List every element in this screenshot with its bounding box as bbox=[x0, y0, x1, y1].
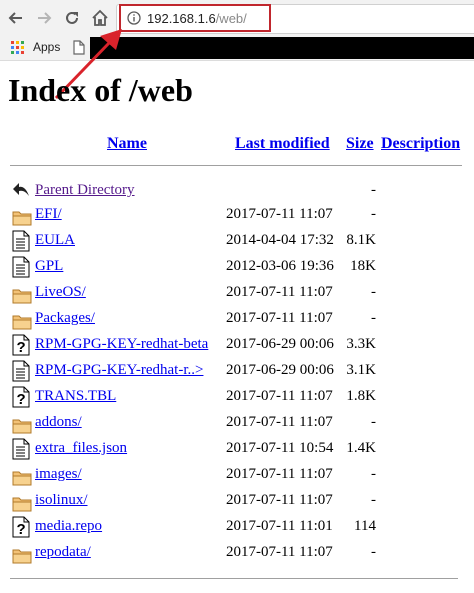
folder-icon bbox=[12, 312, 32, 334]
file-row: ? RPM-GPG-KEY-redhat-beta 2017-06-29 00:06… bbox=[0, 334, 474, 358]
unknown-file-icon: ? bbox=[12, 516, 32, 538]
file-modified: 2017-07-11 11:07 bbox=[226, 466, 333, 482]
file-link[interactable]: TRANS.TBL bbox=[35, 388, 116, 405]
file-row: images/2017-07-11 11:07 - bbox=[0, 464, 474, 488]
folder-icon bbox=[12, 286, 32, 308]
file-modified: 2017-07-11 11:07 bbox=[226, 544, 333, 560]
folder-icon bbox=[12, 468, 32, 490]
file-modified: 2017-07-11 11:07 bbox=[226, 284, 333, 300]
file-row: EFI/2017-07-11 11:07 - bbox=[0, 204, 474, 228]
header-divider bbox=[10, 165, 462, 166]
file-size: 1.8K bbox=[346, 388, 376, 404]
annotation-arrow-icon bbox=[54, 29, 122, 100]
file-link[interactable]: repodata/ bbox=[35, 544, 91, 561]
file-modified: 2017-07-11 10:54 bbox=[226, 440, 334, 456]
text-file-icon bbox=[12, 256, 32, 278]
file-row: Packages/2017-07-11 11:07 - bbox=[0, 308, 474, 332]
file-link[interactable]: addons/ bbox=[35, 414, 82, 431]
file-link[interactable]: EULA bbox=[35, 232, 75, 249]
file-size: 18K bbox=[350, 258, 376, 274]
file-size: 8.1K bbox=[346, 232, 376, 248]
text-file-icon bbox=[12, 360, 32, 382]
file-size: 3.3K bbox=[346, 336, 376, 352]
text-file-icon bbox=[12, 230, 32, 252]
file-row: RPM-GPG-KEY-redhat-r..> 2017-06-29 00:06 3… bbox=[0, 360, 474, 384]
unknown-file-icon: ? bbox=[12, 386, 32, 408]
file-size: 1.4K bbox=[346, 440, 376, 456]
file-row: addons/2017-07-11 11:07 - bbox=[0, 412, 474, 436]
column-header-description[interactable]: Description bbox=[381, 135, 460, 153]
parent-directory-row: Parent Directory - bbox=[0, 180, 474, 204]
file-size: 3.1K bbox=[346, 362, 376, 378]
footer-divider bbox=[10, 578, 458, 579]
file-row: ? media.repo 2017-07-11 11:01 114 bbox=[0, 516, 474, 540]
column-header-last-modified[interactable]: Last modified bbox=[235, 135, 330, 153]
unknown-file-icon: ? bbox=[12, 334, 32, 356]
file-link[interactable]: isolinux/ bbox=[35, 492, 88, 509]
folder-icon bbox=[12, 546, 32, 568]
file-size: - bbox=[371, 284, 376, 300]
file-row: repodata/2017-07-11 11:07 - bbox=[0, 542, 474, 566]
svg-text:?: ? bbox=[17, 339, 26, 356]
file-modified: 2014-04-04 17:32 bbox=[226, 232, 334, 248]
file-modified: 2017-07-11 11:07 bbox=[226, 388, 333, 404]
file-link[interactable]: RPM-GPG-KEY-redhat-beta bbox=[35, 336, 208, 353]
file-row: LiveOS/2017-07-11 11:07 - bbox=[0, 282, 474, 306]
column-header-size[interactable]: Size bbox=[346, 135, 374, 153]
file-size: - bbox=[371, 414, 376, 430]
file-modified: 2017-06-29 00:06 bbox=[226, 362, 334, 378]
file-link[interactable]: LiveOS/ bbox=[35, 284, 86, 301]
file-size: - bbox=[371, 544, 376, 560]
folder-icon bbox=[12, 416, 32, 438]
svg-text:?: ? bbox=[17, 521, 26, 538]
file-size: - bbox=[371, 466, 376, 482]
page-title: Index of /web bbox=[8, 72, 193, 108]
column-header-name[interactable]: Name bbox=[107, 135, 147, 153]
file-row: GPL 2012-03-06 19:36 18K bbox=[0, 256, 474, 280]
parent-size: - bbox=[371, 182, 376, 198]
file-modified: 2017-07-11 11:07 bbox=[226, 414, 333, 430]
folder-icon bbox=[12, 494, 32, 516]
back-folder-icon bbox=[12, 181, 32, 203]
text-file-icon bbox=[12, 438, 32, 460]
file-size: - bbox=[371, 492, 376, 508]
file-link[interactable]: RPM-GPG-KEY-redhat-r..> bbox=[35, 362, 203, 379]
file-link[interactable]: images/ bbox=[35, 466, 82, 483]
file-size: 114 bbox=[354, 518, 376, 534]
file-row: extra_files.json 2017-07-11 10:54 1.4K bbox=[0, 438, 474, 462]
file-link[interactable]: extra_files.json bbox=[35, 440, 127, 457]
file-row: ? TRANS.TBL 2017-07-11 11:07 1.8K bbox=[0, 386, 474, 410]
file-size: - bbox=[371, 310, 376, 326]
file-modified: 2017-07-11 11:07 bbox=[226, 492, 333, 508]
parent-directory-link[interactable]: Parent Directory bbox=[35, 182, 135, 199]
file-size: - bbox=[371, 206, 376, 222]
file-link[interactable]: EFI/ bbox=[35, 206, 62, 223]
file-link[interactable]: Packages/ bbox=[35, 310, 95, 327]
svg-text:?: ? bbox=[17, 391, 26, 408]
file-link[interactable]: GPL bbox=[35, 258, 63, 275]
file-row: isolinux/2017-07-11 11:07 - bbox=[0, 490, 474, 514]
file-modified: 2017-06-29 00:06 bbox=[226, 336, 334, 352]
file-modified: 2012-03-06 19:36 bbox=[226, 258, 334, 274]
file-row: EULA 2014-04-04 17:32 8.1K bbox=[0, 230, 474, 254]
folder-icon bbox=[12, 208, 32, 230]
file-link[interactable]: media.repo bbox=[35, 518, 102, 535]
file-modified: 2017-07-11 11:01 bbox=[226, 518, 333, 534]
file-modified: 2017-07-11 11:07 bbox=[226, 206, 333, 222]
file-modified: 2017-07-11 11:07 bbox=[226, 310, 333, 326]
